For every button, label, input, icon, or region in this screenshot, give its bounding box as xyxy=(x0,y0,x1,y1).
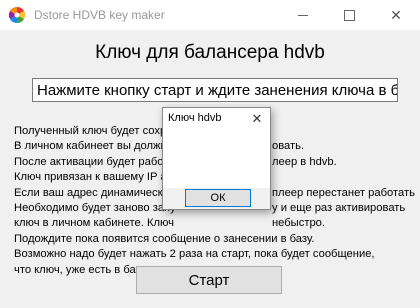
info-line: Подождите пока появится сообщение о зане… xyxy=(14,232,315,245)
info-line: Возможно надо будет нажать 2 раза на ста… xyxy=(14,248,375,261)
app-window: Dstore HDVB key maker ✕ Ключ для балансе… xyxy=(0,0,420,308)
ok-button[interactable]: ОК xyxy=(185,189,251,207)
maximize-button[interactable] xyxy=(326,0,372,30)
title-bar: Dstore HDVB key maker ✕ xyxy=(0,0,420,30)
start-button[interactable]: Старт xyxy=(136,266,282,294)
dialog-body xyxy=(163,130,270,188)
status-field[interactable]: Нажмите кнопку старт и ждите заненения к… xyxy=(32,78,398,102)
minimize-button[interactable] xyxy=(280,0,326,30)
info-line: ключ в личном кабинете. Ключ небыстро. xyxy=(14,217,325,230)
maximize-icon xyxy=(343,9,355,21)
minimize-icon xyxy=(298,14,308,16)
message-dialog: Ключ hdvb ✕ ОК xyxy=(162,107,271,210)
colorful-wheel-icon xyxy=(8,6,26,24)
dialog-title-bar: Ключ hdvb ✕ xyxy=(163,108,270,130)
dialog-title: Ключ hdvb xyxy=(168,112,222,124)
dialog-close-icon[interactable]: ✕ xyxy=(248,110,266,128)
close-icon: ✕ xyxy=(390,6,402,23)
window-title: Dstore HDVB key maker xyxy=(34,8,165,22)
close-button[interactable]: ✕ xyxy=(372,0,420,30)
page-title: Ключ для балансера hdvb xyxy=(95,42,325,63)
